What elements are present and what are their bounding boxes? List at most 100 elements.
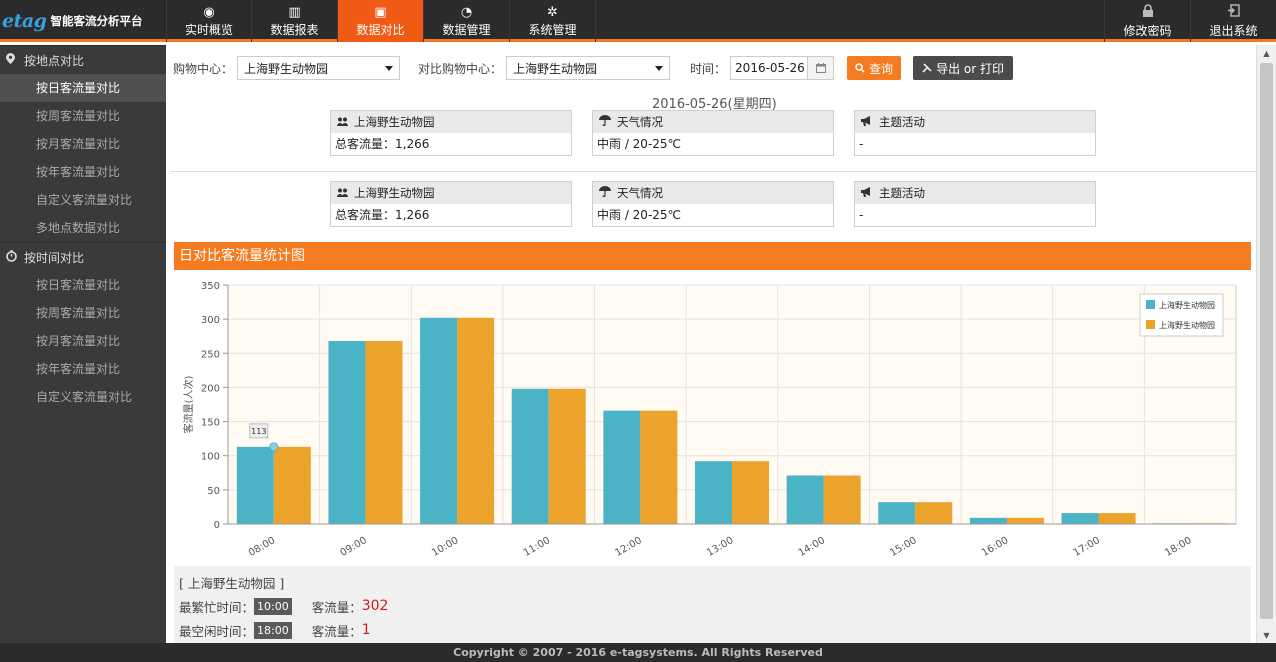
query-button[interactable]: 查询 [847, 56, 902, 80]
compare-mall-label: 对比购物中心： [418, 61, 503, 76]
event-card: 主题活动 - [854, 110, 1096, 156]
nav-label: 退出系统 [1209, 24, 1258, 38]
busiest-time-badge: 10:00 [254, 597, 292, 615]
x-tick-label: 18:00 [1163, 535, 1193, 559]
map-marker-icon [6, 53, 18, 67]
busiest-traffic-value: 302 [361, 598, 389, 614]
legend-swatch-series-1 [1146, 300, 1155, 309]
sidebar-item-monthly[interactable]: 按月客流量对比 [0, 327, 166, 355]
sidebar-item-weekly[interactable]: 按周客流量对比 [0, 102, 166, 130]
export-button-label: 导出 or 打印 [936, 61, 1004, 76]
bar-series-2 [732, 461, 769, 524]
busiest-row: 最繁忙时间： 10:00 客流量： 302 [179, 594, 388, 618]
sidebar-item-multi-location[interactable]: 多地点数据对比 [0, 214, 166, 242]
sidebar-item-yearly[interactable]: 按年客流量对比 [0, 158, 166, 186]
bar-series-1 [603, 410, 641, 524]
card-header: 上海野生动物园 [331, 111, 571, 133]
compare-mall-select[interactable]: 上海野生动物园 [506, 56, 671, 80]
sidebar-item-daily[interactable]: 按日客流量对比 [0, 271, 166, 299]
chevron-down-icon [655, 65, 664, 71]
change-password-button[interactable]: 修改密码 [1104, 0, 1190, 42]
x-tick-label: 16:00 [980, 535, 1010, 559]
main-content: 购物中心： 上海野生动物园 对比购物中心： 上海野生动物园 时间： 2016-0… [166, 45, 1256, 643]
bar-series-2 [548, 388, 586, 524]
legend-label-series-1: 上海野生动物园 [1159, 300, 1215, 310]
nav-system-management[interactable]: ✲ 系统管理 [510, 0, 596, 42]
busiest-label: 最繁忙时间： [179, 599, 255, 615]
card-weather-value: 中雨 / 20-25℃ [597, 208, 682, 222]
image-icon: ▣ [374, 4, 387, 20]
y-tick-label: 300 [201, 315, 220, 326]
sidebar-item-custom[interactable]: 自定义客流量对比 [0, 383, 166, 411]
sidebar-item-custom[interactable]: 自定义客流量对比 [0, 186, 166, 214]
export-print-button[interactable]: 导出 or 打印 [913, 56, 1013, 80]
y-tick-label: 100 [201, 452, 220, 463]
compare-mall-traffic-card: 上海野生动物园 总客流量：1,266 [330, 181, 572, 227]
idlest-time-badge: 18:00 [254, 621, 292, 639]
gear-icon: ✲ [547, 4, 558, 20]
card-total-traffic: 总客流量：1,266 [335, 137, 430, 151]
card-header: 天气情况 [593, 182, 833, 204]
logout-icon [1227, 4, 1240, 21]
mall-select[interactable]: 上海野生动物园 [237, 56, 401, 80]
x-tick-label: 15:00 [888, 535, 918, 559]
sidebar-group-by-location[interactable]: 按地点对比 [0, 45, 166, 74]
bar-series-2 [640, 410, 678, 524]
app-logo[interactable]: etag 智能客流分析平台 [0, 0, 166, 42]
x-tick-label: 17:00 [1072, 535, 1102, 559]
nav-data-compare[interactable]: ▣ 数据对比 [338, 0, 424, 42]
bar-series-1 [969, 517, 1007, 524]
card-weather-value: 中雨 / 20-25℃ [597, 137, 682, 151]
x-tick-label: 11:00 [522, 535, 552, 559]
calendar-button[interactable] [808, 56, 835, 80]
idlest-row: 最空闲时间： 18:00 客流量： 1 [179, 618, 388, 642]
user-nav: 修改密码 退出系统 [1104, 0, 1276, 42]
sidebar-item-monthly[interactable]: 按月客流量对比 [0, 130, 166, 158]
app-name: 智能客流分析平台 [50, 14, 143, 28]
nav-label: 实时概览 [184, 22, 233, 37]
sidebar: 按地点对比 按日客流量对比 按周客流量对比 按月客流量对比 按年客流量对比 自定… [0, 45, 166, 643]
x-tick-label: 12:00 [613, 535, 643, 559]
card-event-title: 主题活动 [879, 115, 925, 129]
scroll-up-icon[interactable]: ▲ [1257, 45, 1276, 61]
nav-data-reports[interactable]: ▥ 数据报表 [252, 0, 338, 42]
bar-series-2 [457, 317, 495, 524]
card-header: 主题活动 [855, 182, 1095, 204]
y-tick-label: 200 [201, 383, 220, 394]
mall-select-value: 上海野生动物园 [244, 61, 329, 76]
sidebar-item-daily[interactable]: 按日客流量对比 [0, 74, 166, 102]
stats-mall-title: [ 上海野生动物园 ] [179, 575, 285, 591]
scroll-down-icon[interactable]: ▼ [1257, 627, 1276, 643]
scrollbar-thumb[interactable] [1260, 63, 1273, 619]
pulse-icon: ◔ [460, 4, 473, 20]
nav-realtime-overview[interactable]: ◉ 实时概览 [166, 0, 252, 42]
bar-series-1 [878, 502, 916, 524]
bar-series-1 [236, 446, 274, 524]
lock-icon [1142, 4, 1154, 21]
hover-point [269, 442, 279, 452]
chevron-down-icon [385, 65, 394, 71]
idlest-traffic-label: 客流量： [311, 623, 362, 639]
idlest-traffic-value: 1 [361, 622, 371, 638]
y-tick-label: 350 [201, 281, 220, 292]
x-tick-label: 08:00 [247, 535, 277, 559]
x-tick-label: 09:00 [338, 535, 368, 559]
chart-panel-title: 日对比客流量统计图 [174, 242, 1251, 270]
x-tick-label: 13:00 [705, 535, 735, 559]
logout-button[interactable]: 退出系统 [1190, 0, 1276, 42]
vertical-scrollbar[interactable]: ▲ ▼ [1256, 45, 1276, 643]
nav-label: 系统管理 [528, 22, 577, 37]
tooltip-value: 113 [251, 427, 266, 436]
sidebar-item-yearly[interactable]: 按年客流量对比 [0, 355, 166, 383]
card-total-traffic: 总客流量：1,266 [335, 208, 430, 222]
card-event-title: 主题活动 [879, 186, 925, 200]
busiest-traffic-label: 客流量： [311, 599, 362, 615]
compare-select-value: 上海野生动物园 [513, 61, 598, 76]
date-input[interactable]: 2016-05-26 [730, 56, 809, 80]
bar-chart-icon: ▥ [288, 4, 301, 20]
mall-traffic-card: 上海野生动物园 总客流量：1,266 [330, 110, 572, 156]
nav-data-management[interactable]: ◔ 数据管理 [424, 0, 510, 42]
sidebar-group-by-time[interactable]: 按时间对比 [0, 242, 166, 271]
legend-swatch-series-2 [1146, 320, 1155, 329]
sidebar-item-weekly[interactable]: 按周客流量对比 [0, 299, 166, 327]
